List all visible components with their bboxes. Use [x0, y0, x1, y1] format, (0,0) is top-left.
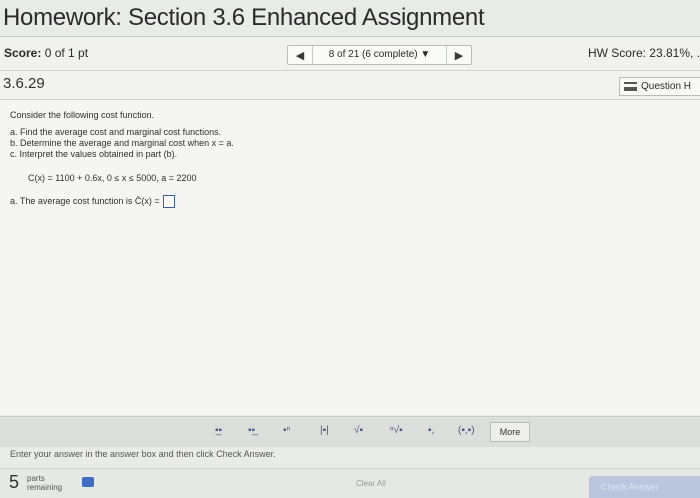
- check-answer-button[interactable]: Check Answer: [589, 476, 700, 498]
- next-question-button[interactable]: ▶: [447, 49, 471, 62]
- left-triangle-icon: ◀: [295, 49, 305, 62]
- score: Score: 0 of 1 pt: [4, 46, 88, 60]
- hw-score: HW Score: 23.81%, .: [587, 46, 700, 60]
- score-value: 0 of 1 pt: [44, 46, 89, 60]
- question-number: 3.6.29: [3, 75, 45, 92]
- fraction-icon[interactable]: ▪̲▪: [215, 425, 222, 436]
- page-title: Homework: Section 3.6 Enhanced Assignmen…: [3, 4, 485, 31]
- cost-function: C(x) = 1100 + 0.6x, 0 ≤ x ≤ 5000, a = 22…: [28, 173, 197, 183]
- answer-line: a. The average cost function is C̄(x) =: [10, 195, 176, 208]
- question-help-label: Question H: [641, 81, 692, 92]
- parts-label-line1: parts: [27, 474, 45, 483]
- right-triangle-icon: ▶: [454, 49, 464, 62]
- parts-label-line2: remaining: [27, 483, 63, 492]
- parts-remaining-label: parts remaining: [27, 474, 62, 492]
- progress-indicator: [82, 477, 94, 487]
- subscript-icon[interactable]: ▪,: [428, 425, 434, 436]
- parts-remaining-count: 5: [9, 472, 20, 492]
- question-select-label: 8 of 21 (6 complete): [328, 49, 418, 60]
- score-bar: Score: 0 of 1 pt ◀ 8 of 21 (6 complete) …: [0, 37, 700, 71]
- interval-icon[interactable]: (▪,▪): [458, 425, 475, 436]
- question-part-a: a. Find the average cost and marginal co…: [10, 127, 222, 137]
- answer-prompt: a. The average cost function is C̄(x) =: [10, 195, 160, 206]
- score-label: Score:: [4, 46, 42, 60]
- question-navigator: ◀ 8 of 21 (6 complete) ▼ ▶: [287, 45, 472, 65]
- caret-down-icon: ▼: [420, 49, 431, 60]
- exponent-icon[interactable]: ▪ⁿ: [283, 425, 290, 436]
- nth-root-icon[interactable]: ⁿ√▪: [390, 425, 403, 436]
- answer-input[interactable]: [163, 195, 176, 208]
- question-part-b: b. Determine the average and marginal co…: [10, 138, 234, 148]
- question-bar: 3.6.29 Question H: [0, 71, 700, 100]
- sqrt-icon[interactable]: √▪: [354, 425, 363, 436]
- more-button[interactable]: More: [490, 422, 530, 442]
- list-icon: [624, 82, 637, 91]
- absolute-value-icon[interactable]: |▪|: [320, 425, 329, 436]
- question-intro: Consider the following cost function.: [10, 110, 155, 120]
- prev-question-button[interactable]: ◀: [288, 49, 312, 62]
- question-content: Consider the following cost function. a.…: [0, 100, 700, 415]
- mixed-number-icon[interactable]: ▪▪̲: [248, 425, 255, 436]
- question-part-c: c. Interpret the values obtained in part…: [10, 149, 178, 159]
- question-help-button[interactable]: Question H: [619, 77, 700, 96]
- question-select[interactable]: 8 of 21 (6 complete) ▼: [312, 46, 447, 64]
- footer-bar: 5 parts remaining Clear All Check Answer: [0, 468, 700, 498]
- math-toolbar: ▪̲▪ ▪▪̲ ▪ⁿ |▪| √▪ ⁿ√▪ ▪, (▪,▪) More: [0, 416, 700, 447]
- instruction-hint: Enter your answer in the answer box and …: [10, 449, 276, 459]
- clear-all-button[interactable]: Clear All: [356, 479, 386, 488]
